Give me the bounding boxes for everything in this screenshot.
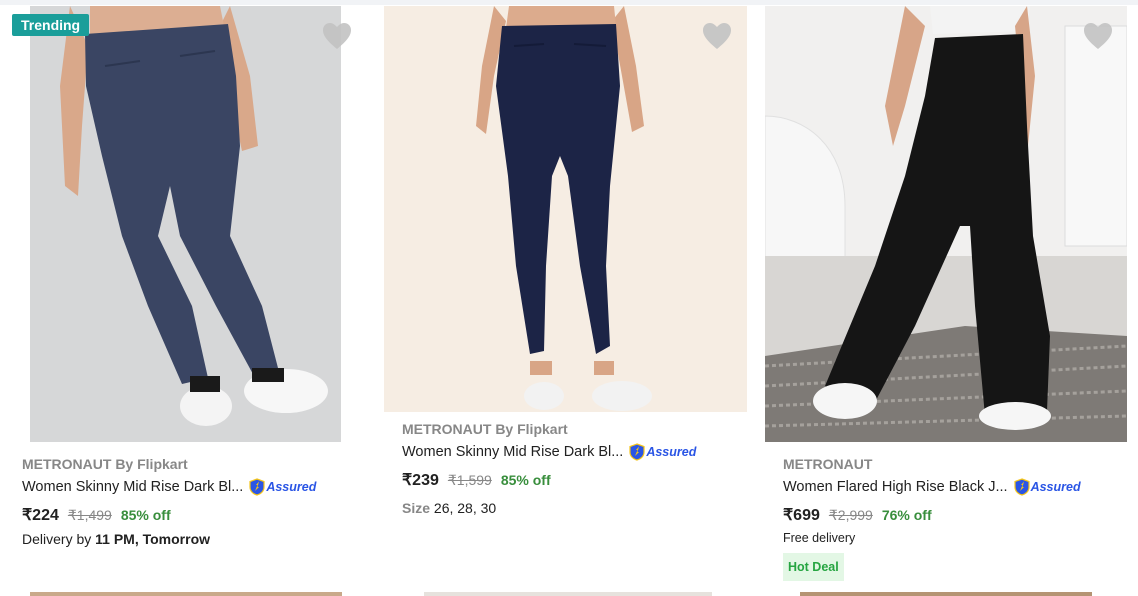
- delivery-info: Free delivery: [783, 531, 856, 545]
- product-info: METRONAUT By Flipkart Women Skinny Mid R…: [402, 419, 732, 516]
- delivery-prefix: Delivery by: [22, 531, 96, 547]
- product-image[interactable]: [30, 6, 341, 442]
- product-title[interactable]: Women Skinny Mid Rise Dark Bl...: [22, 479, 243, 495]
- product-mrp: ₹2,999: [828, 507, 873, 523]
- delivery-info: Delivery by 11 PM, Tomorrow: [22, 531, 352, 547]
- discount-label: 76% off: [881, 507, 932, 523]
- size-info: Size 26, 28, 30: [402, 500, 732, 516]
- next-row-image-peek: [800, 592, 1092, 596]
- assured-badge: Assured: [1013, 478, 1081, 496]
- product-card[interactable]: METRONAUT By Flipkart Women Skinny Mid R…: [384, 6, 747, 596]
- assured-shield-icon: [1013, 478, 1030, 496]
- product-mrp: ₹1,499: [67, 507, 112, 523]
- size-values: 26, 28, 30: [433, 500, 497, 516]
- assured-badge: Assured: [629, 443, 696, 461]
- product-brand: METRONAUT: [783, 456, 873, 472]
- assured-shield-icon: [249, 478, 265, 496]
- assured-label: Assured: [266, 480, 317, 494]
- product-info: METRONAUT By Flipkart Women Skinny Mid R…: [22, 454, 352, 547]
- heart-icon[interactable]: [322, 22, 352, 50]
- assured-label: Assured: [646, 445, 697, 459]
- product-image[interactable]: [384, 6, 747, 412]
- product-price: ₹699: [783, 507, 820, 524]
- top-divider: [0, 0, 1138, 5]
- product-title[interactable]: Women Flared High Rise Black J...: [783, 479, 1008, 495]
- discount-label: 85% off: [120, 507, 171, 523]
- heart-icon[interactable]: [702, 22, 732, 50]
- assured-badge: Assured: [249, 478, 316, 496]
- size-label: Size: [402, 500, 431, 516]
- assured-shield-icon: [629, 443, 645, 461]
- delivery-time: 11 PM, Tomorrow: [95, 531, 211, 547]
- product-image[interactable]: [765, 6, 1127, 442]
- product-price: ₹239: [402, 472, 439, 489]
- product-title[interactable]: Women Skinny Mid Rise Dark Bl...: [402, 444, 623, 460]
- trending-badge: Trending: [12, 14, 90, 36]
- product-info: METRONAUT Women Flared High Rise Black J…: [783, 454, 1113, 581]
- heart-icon[interactable]: [1083, 22, 1113, 50]
- product-brand: METRONAUT By Flipkart: [402, 421, 568, 437]
- assured-label: Assured: [1030, 480, 1081, 494]
- product-mrp: ₹1,599: [447, 472, 492, 488]
- product-card[interactable]: METRONAUT Women Flared High Rise Black J…: [765, 6, 1127, 596]
- next-row-image-peek: [424, 592, 712, 596]
- product-price: ₹224: [22, 507, 59, 524]
- hot-deal-tag: Hot Deal: [783, 553, 844, 581]
- discount-label: 85% off: [500, 472, 551, 488]
- next-row-image-peek: [30, 592, 342, 596]
- product-card[interactable]: Trending METRONAUT By Flipkart Women Ski…: [4, 6, 364, 596]
- product-brand: METRONAUT By Flipkart: [22, 456, 188, 472]
